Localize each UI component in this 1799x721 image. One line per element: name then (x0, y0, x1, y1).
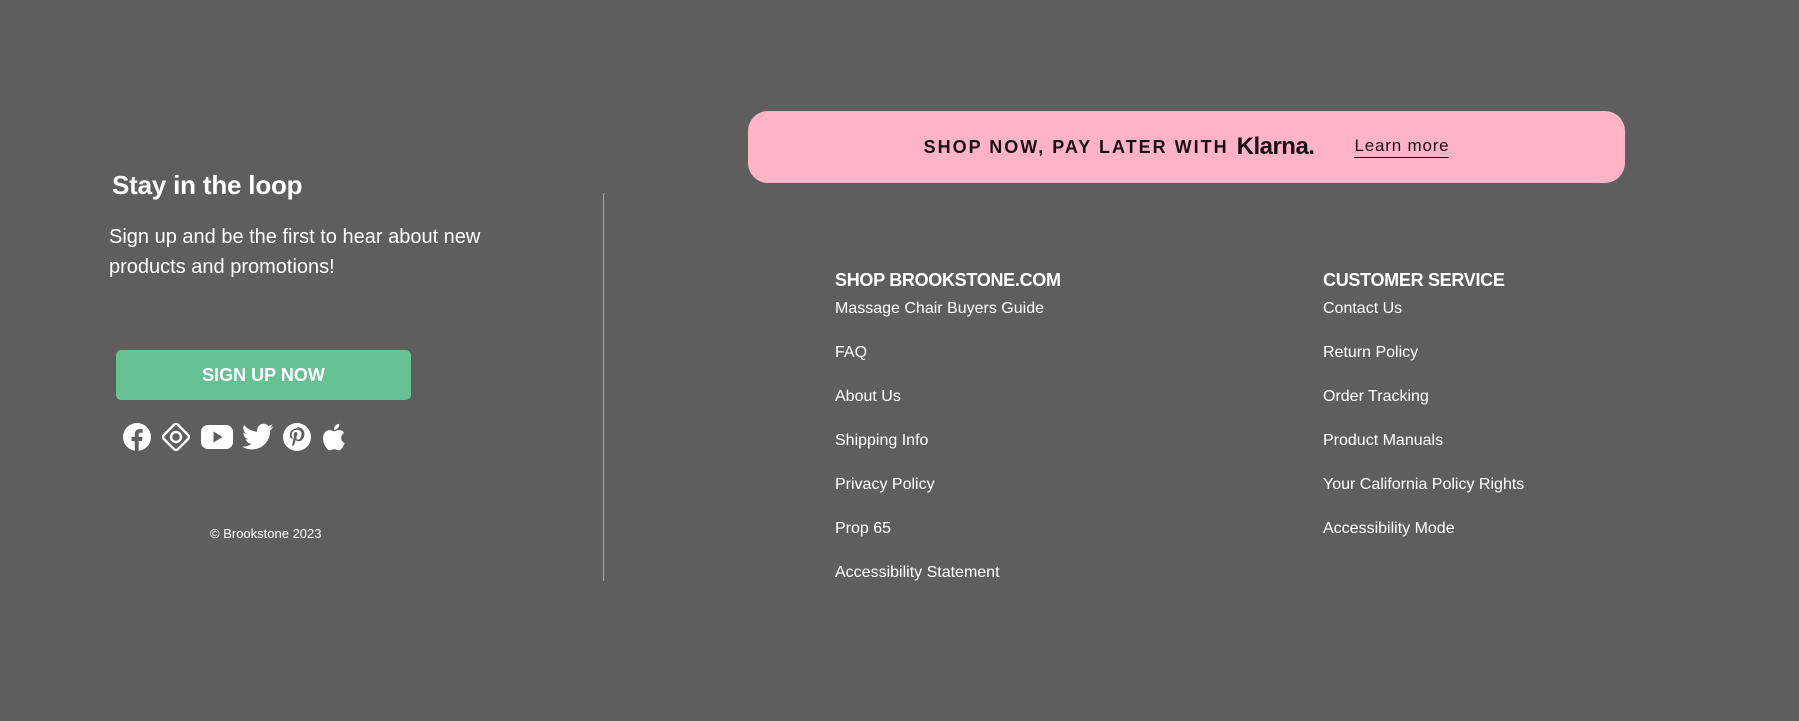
list-item: Order Tracking (1323, 387, 1524, 431)
klarna-logo: Klarna. (1236, 133, 1315, 160)
california-policy-rights-link[interactable]: Your California Policy Rights (1323, 475, 1524, 495)
list-item: Product Manuals (1323, 431, 1524, 475)
list-item: Prop 65 (835, 519, 1061, 563)
klarna-banner: SHOP NOW, PAY LATER WITH Klarna. Learn m… (748, 111, 1625, 183)
accessibility-mode-link[interactable]: Accessibility Mode (1323, 519, 1455, 539)
newsletter-title: Stay in the loop (112, 170, 303, 200)
about-us-link[interactable]: About Us (835, 387, 901, 407)
list-item: About Us (835, 387, 1061, 431)
customer-service-column: CUSTOMER SERVICE Contact Us Return Polic… (1323, 268, 1524, 563)
list-item: Massage Chair Buyers Guide (835, 299, 1061, 343)
youtube-icon[interactable] (200, 424, 234, 450)
copyright-text: © Brookstone 2023 (210, 526, 322, 541)
list-item: Your California Policy Rights (1323, 475, 1524, 519)
list-item: FAQ (835, 343, 1061, 387)
list-item: Accessibility Statement (835, 563, 1061, 607)
list-item: Shipping Info (835, 431, 1061, 475)
sign-up-button[interactable]: SIGN UP NOW (116, 350, 411, 400)
newsletter-description: Sign up and be the first to hear about n… (109, 226, 481, 278)
list-item: Privacy Policy (835, 475, 1061, 519)
apple-icon[interactable] (320, 422, 346, 452)
shop-column-heading: SHOP BROOKSTONE.COM (835, 270, 1061, 290)
accessibility-statement-link[interactable]: Accessibility Statement (835, 563, 1000, 583)
klarna-learn-more-link[interactable]: Learn more (1354, 136, 1450, 158)
return-policy-link[interactable]: Return Policy (1323, 343, 1418, 363)
list-item: Return Policy (1323, 343, 1524, 387)
shop-links-column: SHOP BROOKSTONE.COM Massage Chair Buyers… (835, 268, 1061, 607)
order-tracking-link[interactable]: Order Tracking (1323, 387, 1429, 407)
massage-chair-buyers-guide-link[interactable]: Massage Chair Buyers Guide (835, 299, 1044, 319)
column-divider (603, 193, 604, 581)
customer-service-list: Contact Us Return Policy Order Tracking … (1323, 299, 1524, 563)
klarna-promo-text: SHOP NOW, PAY LATER WITH (923, 136, 1229, 157)
shipping-info-link[interactable]: Shipping Info (835, 431, 928, 451)
faq-link[interactable]: FAQ (835, 343, 867, 363)
instagram-icon[interactable] (160, 421, 192, 453)
customer-service-heading: CUSTOMER SERVICE (1323, 270, 1505, 290)
list-item: Accessibility Mode (1323, 519, 1524, 563)
contact-us-link[interactable]: Contact Us (1323, 299, 1402, 319)
facebook-icon[interactable] (122, 422, 152, 452)
product-manuals-link[interactable]: Product Manuals (1323, 431, 1443, 451)
privacy-policy-link[interactable]: Privacy Policy (835, 475, 935, 495)
pinterest-icon[interactable] (282, 422, 312, 452)
list-item: Contact Us (1323, 299, 1524, 343)
social-links (122, 420, 346, 454)
twitter-icon[interactable] (242, 423, 274, 451)
site-footer: Stay in the loop Sign up and be the firs… (0, 0, 1799, 721)
shop-links-list: Massage Chair Buyers Guide FAQ About Us … (835, 299, 1061, 607)
prop-65-link[interactable]: Prop 65 (835, 519, 891, 539)
